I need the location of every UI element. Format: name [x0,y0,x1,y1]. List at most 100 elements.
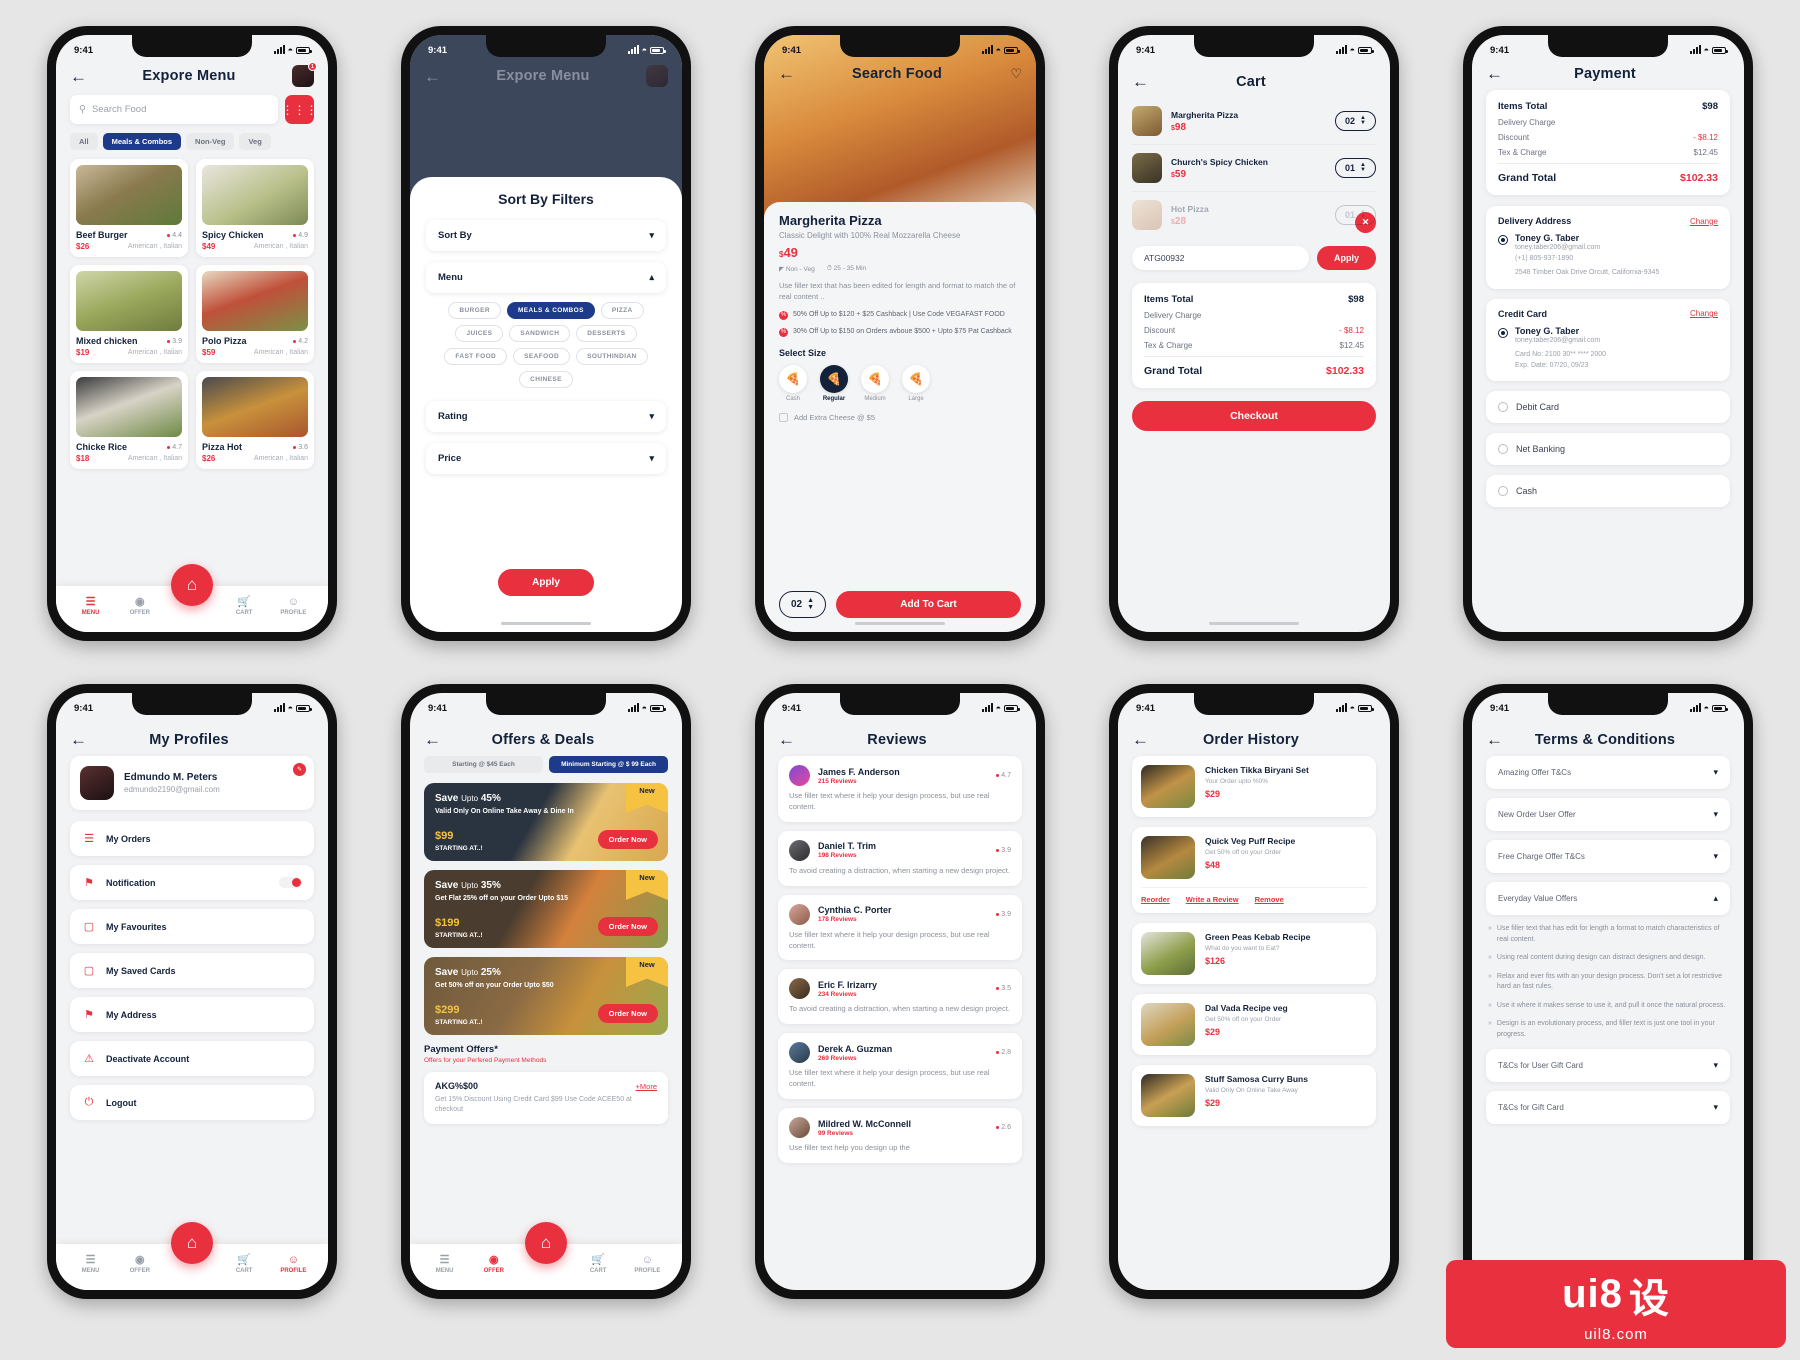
nav-item-menu[interactable]: ☰ MENU [425,1254,465,1274]
food-card[interactable]: Chicke Rice 4.7 $18 American , Italian [70,371,188,469]
nav-item-offer[interactable]: ◉ OFFER [120,596,160,616]
nav-item-cart[interactable]: 🛒 CART [224,596,264,616]
food-card[interactable]: Pizza Hot 3.6 $26 American , Italian [196,371,314,469]
home-fab-button[interactable]: ⌂ [525,1222,567,1264]
payment-option-cash[interactable]: Cash [1486,475,1730,507]
chip-veg[interactable]: Veg [239,133,271,150]
order-card[interactable]: Stuff Samosa Curry Buns Valid Only On On… [1132,1065,1376,1126]
filter-button[interactable]: ⋮⋮⋮ [282,95,318,124]
avatar[interactable] [646,65,668,87]
profile-card[interactable]: Edmundo M. Peters edmundo2190@gmail.com … [70,756,314,810]
write-review-link[interactable]: Write a Review [1186,895,1239,904]
back-icon[interactable]: ← [778,731,798,748]
terms-section-amazing-offer[interactable]: Amazing Offer T&Cs ▾ [1486,756,1730,789]
offer-banner[interactable]: Save Upto 25% Get 50% off on your Order … [424,957,668,1035]
back-icon[interactable]: ← [424,68,444,85]
checkout-button[interactable]: Checkout [1132,401,1376,431]
edit-profile-icon[interactable]: ✎ [293,763,306,776]
tag-southindian[interactable]: SOUTHINDIAN [576,348,648,365]
quantity-stepper[interactable]: 02 ▲ ▼ [779,591,827,618]
order-card[interactable]: Dal Vada Recipe veg Get 50% off on your … [1132,994,1376,1055]
chip-all[interactable]: All [70,133,98,150]
nav-item-offer[interactable]: ◉ OFFER [474,1254,514,1274]
menu-row-my-orders[interactable]: ☰ My Orders [70,821,314,856]
promo-code-card[interactable]: AKG%$00 +More Get 15% Discount Using Cre… [424,1072,668,1124]
avatar[interactable]: 1 [292,62,317,87]
home-fab-button[interactable]: ⌂ [171,1222,213,1264]
order-card[interactable]: Chicken Tikka Biryani Set Your Order upt… [1132,756,1376,817]
accordion-price[interactable]: Price ▾ [426,443,666,474]
accordion-rating[interactable]: Rating ▾ [426,401,666,432]
accordion-sort-by[interactable]: Sort By ▾ [426,220,666,251]
food-card[interactable]: Mixed chicken 3.9 $19 American , Italian [70,265,188,363]
back-icon[interactable]: ← [1486,731,1506,748]
nav-item-menu[interactable]: ☰ MENU [71,1254,111,1274]
size-option-regular[interactable]: 🍕 Regular [820,364,848,402]
extra-cheese-row[interactable]: Add Extra Cheese @ $5 [779,412,1021,422]
promo-code-input[interactable]: ATG00932 [1132,246,1309,270]
more-link[interactable]: +More [636,1082,657,1091]
offer-tab-45[interactable]: Starting @ $45 Each [424,756,543,773]
notification-toggle[interactable] [279,877,302,888]
order-now-button[interactable]: Order Now [597,830,658,849]
tag-desserts[interactable]: DESSERTS [576,325,637,342]
terms-section-free-charge[interactable]: Free Charge Offer T&Cs ▾ [1486,840,1730,873]
offer-banner[interactable]: Save Upto 35% Get Flat 25% off on your O… [424,870,668,948]
nav-item-profile[interactable]: ☺ PROFILE [273,1254,313,1274]
remove-link[interactable]: Remove [1255,895,1284,904]
tag-juices[interactable]: JUICES [455,325,504,342]
tag-fast-food[interactable]: FAST FOOD [444,348,508,365]
tag-seafood[interactable]: SEAFOOD [513,348,571,365]
add-to-cart-button[interactable]: Add To Cart [836,591,1021,618]
payment-option-debit[interactable]: Debit Card [1486,391,1730,423]
nav-item-cart[interactable]: 🛒 CART [578,1254,618,1274]
order-now-button[interactable]: Order Now [597,917,658,936]
apply-button[interactable]: Apply [498,569,594,596]
nav-item-menu[interactable]: ☰ MENU [71,596,111,616]
quantity-stepper[interactable]: 01 ▲ ▼ [1335,157,1376,179]
order-card[interactable]: Quick Veg Puff Recipe Get 50% off on you… [1132,827,1376,913]
menu-row-notification[interactable]: ⚑ Notification [70,865,314,900]
nav-item-profile[interactable]: ☺ PROFILE [627,1254,667,1274]
food-card[interactable]: Beef Burger 4.4 $26 American , Italian [70,159,188,257]
change-card-link[interactable]: Change [1690,309,1718,318]
apply-promo-button[interactable]: Apply [1316,246,1376,270]
nav-item-profile[interactable]: ☺ PROFILE [273,596,313,616]
menu-row-my-favourites[interactable]: ▢ My Favourites [70,909,314,944]
change-address-link[interactable]: Change [1690,217,1718,226]
radio-icon[interactable] [1498,444,1508,454]
terms-section-user-gift-card[interactable]: T&Cs for User Gift Card ▾ [1486,1049,1730,1082]
tag-meals-combos[interactable]: MEALS & COMBOS [506,302,595,319]
tag-sandwich[interactable]: SANDWICH [509,325,571,342]
payment-option-netbanking[interactable]: Net Banking [1486,433,1730,465]
order-card[interactable]: Green Peas Kebab Recipe What do you want… [1132,923,1376,984]
order-now-button[interactable]: Order Now [597,1004,658,1023]
checkbox-icon[interactable] [779,412,788,422]
radio-selected-icon[interactable] [1498,327,1508,338]
menu-row-deactivate-account[interactable]: ⚠ Deactivate Account [70,1041,314,1076]
home-fab-button[interactable]: ⌂ [171,564,213,606]
offer-banner[interactable]: Save Upto 45% Valid Only On Online Take … [424,783,668,861]
back-icon[interactable]: ← [1132,73,1152,90]
back-icon[interactable]: ← [70,731,90,748]
favorite-icon[interactable]: ♡ [1010,66,1022,82]
size-option-cash[interactable]: 🍕 Cash [779,364,807,402]
terms-section-everyday-value[interactable]: Everyday Value Offers ▴ [1486,882,1730,915]
offer-tab-99[interactable]: Minimum Starting @ $ 99 Each [549,756,668,773]
tag-burger[interactable]: BURGER [448,302,501,319]
radio-icon[interactable] [1498,486,1508,496]
nav-item-cart[interactable]: 🛒 CART [224,1254,264,1274]
menu-row-logout[interactable]: ⏻ Logout [70,1085,314,1120]
back-icon[interactable]: ← [778,65,798,82]
search-input[interactable]: ⚲ Search Food [70,95,278,124]
quantity-stepper[interactable]: 02 ▲ ▼ [1335,110,1376,132]
back-icon[interactable]: ← [1486,65,1506,82]
tag-pizza[interactable]: PIZZA [600,302,644,319]
radio-icon[interactable] [1498,402,1508,412]
quantity-stepper[interactable]: 01 ▲ ▼ [1335,204,1376,226]
food-card[interactable]: Polo Pizza 4.2 $59 American , Italian [196,265,314,363]
chip-non-veg[interactable]: Non-Veg [186,133,235,150]
tag-chinese[interactable]: CHINESE [519,371,573,388]
reorder-link[interactable]: Reorder [1141,895,1170,904]
back-icon[interactable]: ← [70,68,90,85]
